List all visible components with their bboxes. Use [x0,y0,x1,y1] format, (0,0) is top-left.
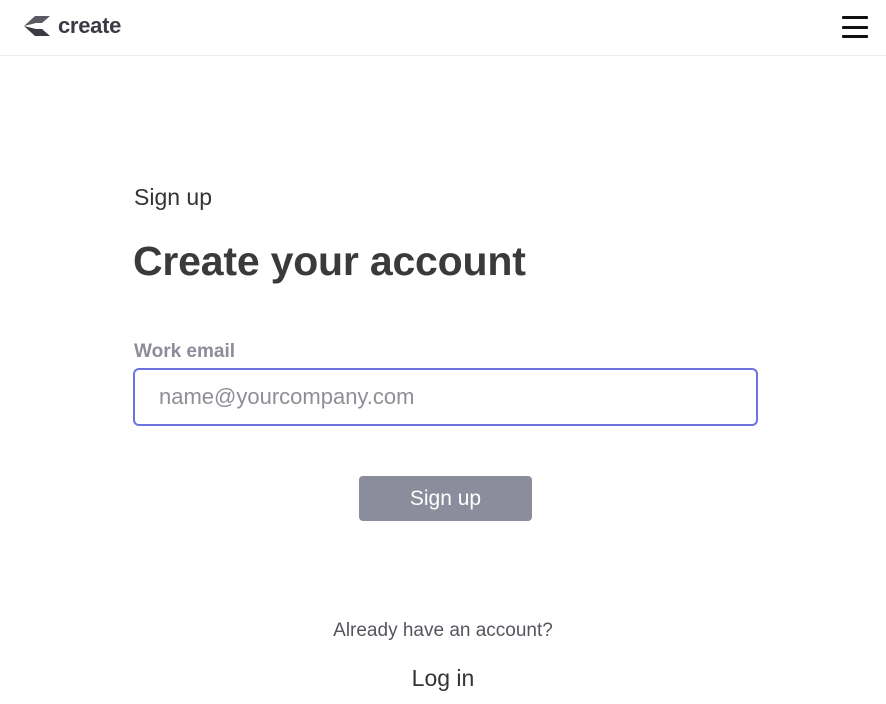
login-prompt: Already have an account? [333,620,553,641]
login-link[interactable]: Log in [0,665,886,692]
page-title: Create your account [133,238,526,284]
brand-logo[interactable]: create [22,12,121,40]
menu-bar [842,16,868,19]
hamburger-menu-icon[interactable] [842,16,868,38]
signup-button[interactable]: Sign up [359,476,532,521]
create-logo-icon [24,16,50,36]
menu-bar [842,35,868,38]
menu-bar [842,25,868,29]
top-header: create [0,0,886,56]
email-label: Work email [134,341,236,362]
logo-text: create [58,13,122,38]
email-input[interactable] [133,368,758,426]
page-eyebrow: Sign up [134,184,213,210]
